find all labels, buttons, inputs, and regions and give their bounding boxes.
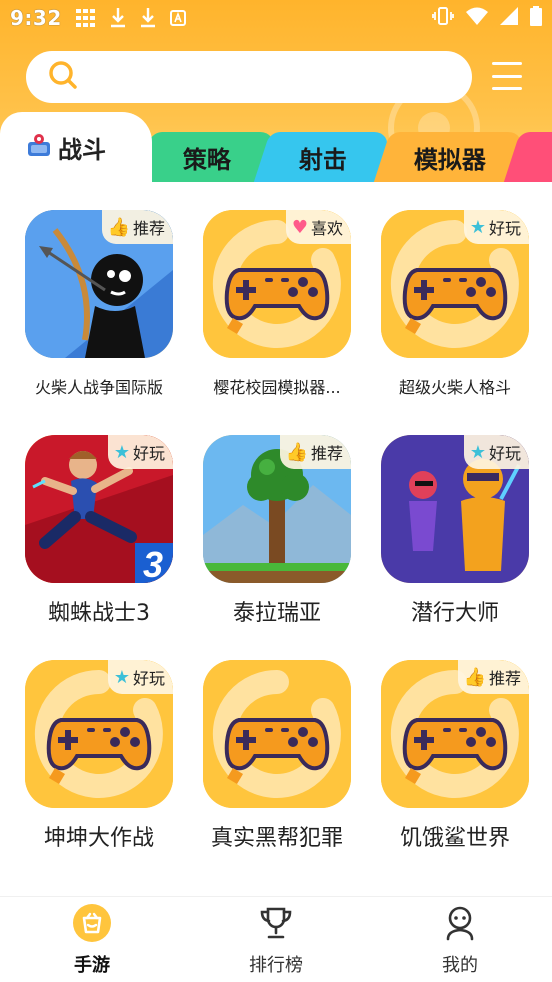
- game-badge: ★ 好玩: [463, 435, 529, 469]
- badge-label: 推荐: [132, 219, 165, 238]
- wifi-icon: [466, 7, 488, 29]
- menu-line: [492, 87, 522, 90]
- badge-label: 喜欢: [310, 219, 343, 238]
- battle-icon: [26, 132, 52, 162]
- game-name: 泰拉瑞亚: [232, 601, 321, 626]
- game-name: 真实黑帮犯罪: [210, 826, 343, 851]
- menu-line: [492, 62, 522, 65]
- menu-button[interactable]: [492, 62, 522, 90]
- game-icon[interactable]: 👍 推荐: [381, 660, 529, 808]
- nav-item-mine[interactable]: 我的: [368, 897, 552, 982]
- game-name: 蜘蛛战士3: [48, 601, 150, 626]
- menu-line: [492, 74, 522, 78]
- bottom-nav: 手游 排行榜 我的: [0, 896, 552, 982]
- tab-shooting[interactable]: 射击: [253, 132, 393, 182]
- game-card[interactable]: ♥ 喜欢樱花校园模拟器...: [178, 210, 356, 420]
- badge-label: 好玩: [488, 444, 521, 463]
- tab-label: 策略: [183, 145, 231, 174]
- game-card[interactable]: 👍 推荐火柴人战争国际版: [0, 210, 178, 420]
- thumb-up-icon: 👍: [463, 666, 486, 688]
- vibrate-icon: [432, 6, 454, 30]
- game-name: 潜行大师: [410, 601, 499, 626]
- search-icon: [48, 60, 78, 94]
- game-icon[interactable]: ★ 好玩: [381, 435, 529, 583]
- game-list: 👍 推荐 火柴人战争国际版 ♥ 喜欢 樱花校园模拟器... ★ 好玩 超级火柴人格斗 3 ★…: [0, 182, 552, 896]
- tab-label: 战斗: [58, 135, 106, 164]
- badge-label: 好玩: [488, 219, 521, 238]
- svg-text:3: 3: [143, 544, 163, 583]
- game-name: 火柴人战争国际版: [34, 378, 163, 397]
- signal-icon: [500, 7, 518, 29]
- game-icon[interactable]: 3 ★ 好玩: [25, 435, 173, 583]
- star-icon: ★: [113, 441, 130, 463]
- game-name: 超级火柴人格斗: [398, 378, 511, 397]
- download-icon: [140, 8, 156, 28]
- search-input[interactable]: [88, 57, 472, 97]
- nav-item-ranking[interactable]: 排行榜: [184, 897, 368, 982]
- game-badge: ★ 好玩: [463, 210, 529, 244]
- badge-label: 推荐: [488, 669, 521, 688]
- app-screen: 9:32 策略 射击 模拟器 战斗 👍 推荐 火柴人战争国际版 ♥ 喜欢 樱花校…: [0, 0, 552, 982]
- category-tabs: 策略 射击 模拟器 战斗: [0, 112, 552, 184]
- nav-label: 我的: [442, 954, 478, 976]
- game-icon[interactable]: ★ 好玩: [381, 210, 529, 358]
- nav-item-games[interactable]: 手游: [0, 897, 184, 982]
- game-name: 坤坤大作战: [43, 826, 154, 851]
- trophy-icon: [256, 903, 296, 947]
- search-bar[interactable]: [26, 51, 472, 103]
- nav-label: 排行榜: [249, 954, 303, 976]
- tab-simulator[interactable]: 模拟器: [373, 132, 527, 182]
- thumb-up-icon: 👍: [107, 216, 130, 238]
- game-card[interactable]: ★ 好玩潜行大师: [356, 435, 534, 645]
- download-icon: [110, 8, 126, 28]
- game-icon[interactable]: 👍 推荐: [203, 435, 351, 583]
- app-notification-icon: [169, 10, 186, 26]
- game-bag-icon: [72, 903, 112, 947]
- game-card[interactable]: 3 ★ 好玩蜘蛛战士3: [0, 435, 178, 645]
- game-icon[interactable]: ♥ 喜欢: [203, 210, 351, 358]
- game-badge: ★ 好玩: [107, 435, 173, 469]
- profile-icon: [440, 903, 480, 947]
- game-icon[interactable]: 👍 推荐: [25, 210, 173, 358]
- thumb-up-icon: 👍: [285, 441, 308, 463]
- game-icon[interactable]: ★ 好玩: [25, 660, 173, 808]
- game-card[interactable]: 真实黑帮犯罪: [178, 660, 356, 870]
- status-bar: 9:32: [0, 0, 552, 36]
- nav-label: 手游: [74, 954, 110, 976]
- star-icon: ★: [469, 216, 486, 238]
- status-time: 9:32: [10, 6, 62, 30]
- game-card[interactable]: 👍 推荐泰拉瑞亚: [178, 435, 356, 645]
- heart-icon: ♥: [291, 216, 308, 238]
- game-name: 饥饿鲨世界: [399, 826, 510, 851]
- tab-label: 模拟器: [414, 145, 486, 174]
- game-badge: 👍 推荐: [101, 210, 173, 244]
- game-badge: ♥ 喜欢: [285, 210, 351, 244]
- game-card[interactable]: ★ 好玩坤坤大作战: [0, 660, 178, 870]
- game-badge: 👍 推荐: [457, 660, 529, 694]
- tab-battle[interactable]: 战斗: [0, 112, 152, 182]
- game-card[interactable]: ★ 好玩超级火柴人格斗: [356, 210, 534, 420]
- badge-label: 推荐: [310, 444, 343, 463]
- star-icon: ★: [113, 666, 130, 688]
- tab-label: 射击: [299, 145, 347, 174]
- game-name: 樱花校园模拟器...: [213, 378, 341, 397]
- grid-icon: [75, 9, 96, 27]
- badge-label: 好玩: [132, 669, 165, 688]
- battery-icon: [530, 6, 542, 30]
- game-icon[interactable]: [203, 660, 351, 808]
- game-badge: 👍 推荐: [279, 435, 351, 469]
- game-card[interactable]: 👍 推荐饥饿鲨世界: [356, 660, 534, 870]
- star-icon: ★: [469, 441, 486, 463]
- game-badge: ★ 好玩: [107, 660, 173, 694]
- badge-label: 好玩: [132, 444, 165, 463]
